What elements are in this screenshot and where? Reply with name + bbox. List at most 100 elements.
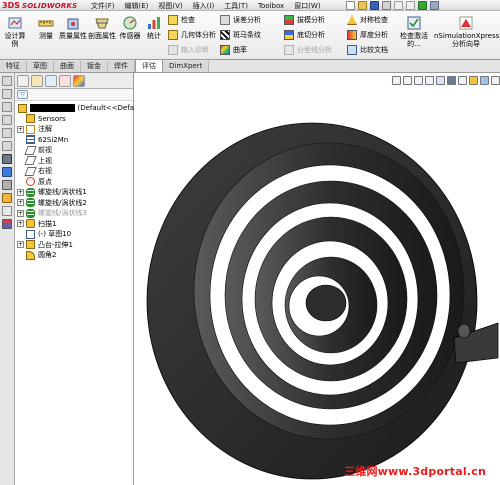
- scene-icon[interactable]: [2, 193, 12, 203]
- color-icon[interactable]: [2, 219, 12, 229]
- tree-root-part[interactable]: (Default<<Defa: [15, 103, 134, 114]
- graphics-area[interactable]: 三维网www.3dportal.cn: [134, 73, 500, 485]
- watermark: 三维网www.3dportal.cn: [344, 465, 486, 478]
- symmetry-check-button[interactable]: 对称检查: [347, 14, 388, 26]
- deviation-label: 误差分析: [233, 16, 261, 24]
- expand-icon[interactable]: +: [17, 209, 24, 217]
- tab-surfaces[interactable]: 曲面: [54, 61, 81, 72]
- statistics-button[interactable]: 统计: [142, 13, 166, 40]
- section-icon[interactable]: [2, 180, 12, 190]
- undo-icon[interactable]: [394, 1, 403, 10]
- rebuild-icon[interactable]: [418, 1, 427, 10]
- tab-features[interactable]: 特征: [0, 61, 27, 72]
- menu-toolbox[interactable]: Toolbox: [253, 2, 289, 10]
- draft-analysis-button[interactable]: 拔模分析: [284, 14, 325, 26]
- origin-icon: [26, 177, 35, 187]
- solidworks-logo: SOLIDWORKS: [21, 1, 78, 10]
- expand-icon[interactable]: +: [17, 125, 24, 133]
- thickness-icon: [347, 30, 357, 40]
- thickness-analysis-button[interactable]: 厚度分析: [347, 29, 388, 41]
- tab-sketch[interactable]: 草图: [27, 61, 54, 72]
- tree-item[interactable]: + 螺旋线/涡状线1: [15, 187, 134, 198]
- tab-sheet-metal[interactable]: 钣金: [81, 61, 108, 72]
- expand-icon[interactable]: +: [17, 199, 24, 207]
- menu-insert[interactable]: 插入(I): [188, 1, 220, 11]
- tree-item[interactable]: 右视: [15, 166, 134, 177]
- box-icon[interactable]: [2, 76, 12, 86]
- sensor-label: 传感器: [119, 32, 141, 40]
- tree-item[interactable]: 前视: [15, 145, 134, 156]
- render-icon[interactable]: [2, 206, 12, 216]
- section-properties-button[interactable]: 剖面属性: [87, 13, 117, 40]
- feature-filter[interactable]: ▽: [15, 89, 133, 101]
- spiral-spring-model[interactable]: [134, 73, 500, 485]
- new-icon[interactable]: [346, 1, 355, 10]
- tree-item[interactable]: + 螺旋线/涡状线3: [15, 208, 134, 219]
- menu-edit[interactable]: 编辑(E): [120, 1, 154, 11]
- save-icon[interactable]: [370, 1, 379, 10]
- simulationxpress-button[interactable]: nSimulationXpress 分析向导: [434, 13, 499, 48]
- shaded-icon[interactable]: [2, 154, 12, 164]
- measure-button[interactable]: 测量: [31, 13, 61, 40]
- dimxpert-tab-icon[interactable]: [59, 74, 71, 87]
- property-manager-tab-icon[interactable]: [31, 74, 43, 87]
- zebra-stripes-button[interactable]: 斑马条纹: [220, 29, 261, 41]
- box-icon[interactable]: [2, 102, 12, 112]
- zebra-stripes-label: 斑马条纹: [233, 31, 261, 39]
- expand-icon[interactable]: +: [17, 220, 24, 228]
- tree-item[interactable]: + 螺旋线/涡状线2: [15, 198, 134, 209]
- design-study-button[interactable]: 设计算例: [2, 13, 28, 48]
- tree-item[interactable]: + 凸台-拉伸1: [15, 240, 134, 251]
- display-manager-tab-icon[interactable]: [73, 74, 85, 87]
- box-icon[interactable]: [2, 115, 12, 125]
- sensor-button[interactable]: 传感器: [115, 13, 145, 40]
- tree-item[interactable]: Sensors: [15, 114, 134, 125]
- open-icon[interactable]: [358, 1, 367, 10]
- menu-window[interactable]: 窗口(W): [289, 1, 325, 11]
- tree-item[interactable]: + 注解: [15, 124, 134, 135]
- mass-properties-button[interactable]: 质量属性: [58, 13, 88, 40]
- helix-icon: [26, 198, 35, 208]
- check-button[interactable]: 检查: [168, 14, 195, 26]
- zebra-stripes-icon: [220, 30, 230, 40]
- menu-file[interactable]: 文件(F): [86, 1, 120, 11]
- curvature-icon: [220, 45, 230, 55]
- tree-item-label: 凸台-拉伸1: [38, 240, 73, 249]
- box-icon[interactable]: [2, 141, 12, 151]
- print-icon[interactable]: [382, 1, 391, 10]
- configuration-tab-icon[interactable]: [45, 74, 57, 87]
- tree-item[interactable]: 原点: [15, 177, 134, 188]
- options-icon[interactable]: [430, 1, 439, 10]
- tree-item-label: 圆角2: [38, 251, 57, 260]
- check-active-button[interactable]: 检查激活的...: [398, 13, 430, 48]
- menu-tools[interactable]: 工具(T): [219, 1, 253, 11]
- feature-tree-tab-icon[interactable]: [17, 74, 29, 87]
- tree-item-label: 注解: [38, 125, 52, 134]
- undercut-analysis-button[interactable]: 底切分析: [284, 29, 325, 41]
- expand-icon[interactable]: +: [17, 241, 24, 249]
- select-icon[interactable]: [406, 1, 415, 10]
- import-diagnostics-button[interactable]: 输入诊断: [168, 44, 209, 56]
- tree-item[interactable]: 圆角2: [15, 250, 134, 261]
- appearance-icon[interactable]: [2, 167, 12, 177]
- tree-item[interactable]: + 扫描1: [15, 219, 134, 230]
- box-icon[interactable]: [2, 128, 12, 138]
- curvature-button[interactable]: 曲率: [220, 44, 247, 56]
- tab-weldments[interactable]: 焊件: [108, 61, 135, 72]
- tree-item[interactable]: 上视: [15, 156, 134, 167]
- tab-dimxpert[interactable]: DimXpert: [163, 61, 210, 72]
- expand-icon[interactable]: +: [17, 188, 24, 196]
- menu-view[interactable]: 视图(V): [153, 1, 187, 11]
- tree-item[interactable]: (-) 草图10: [15, 229, 134, 240]
- geometry-analysis-button[interactable]: 几何体分析: [168, 29, 216, 41]
- compare-documents-button[interactable]: 比较文档: [347, 44, 388, 56]
- parting-line-analysis-button[interactable]: 分型线分析: [284, 44, 332, 56]
- redacted-part-name: [30, 104, 75, 113]
- tab-evaluate[interactable]: 评估: [135, 59, 163, 72]
- command-manager: 设计算例 测量 质量属性 剖面属性 传感器 统计 检查 几何体分析 输入诊断 误…: [0, 11, 500, 60]
- deviation-analysis-button[interactable]: 误差分析: [220, 14, 261, 26]
- deviation-icon: [220, 15, 230, 25]
- tree-item[interactable]: 62Si2Mn: [15, 135, 134, 146]
- symmetry-check-label: 对称检查: [360, 16, 388, 24]
- box-icon[interactable]: [2, 89, 12, 99]
